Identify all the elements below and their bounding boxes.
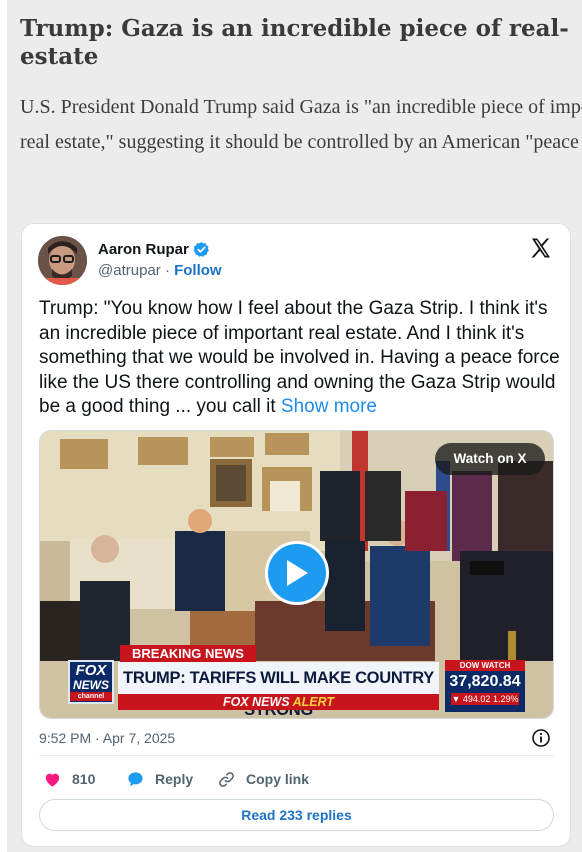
reply-label: Reply [155,771,194,787]
chyron-headline: TRUMP: TARIFFS WILL MAKE COUNTRY STRONG [118,662,439,718]
x-logo-icon[interactable] [529,236,553,260]
show-more-link[interactable]: Show more [281,396,377,417]
dow-change-points: ▼ 494.02 [451,694,491,704]
dow-watch-box: DOW WATCH 37,820.84 ▼ 494.02 1.29% [445,660,525,712]
fox-logo-line1: FOX [75,662,107,679]
copy-link-button[interactable]: Copy link [217,768,309,790]
article-summary: U.S. President Donald Trump said Gaza is… [20,96,582,153]
article-headline: Trump: Gaza is an incredible piece of re… [20,15,569,70]
watch-on-x-button[interactable]: Watch on X [435,443,545,475]
fox-logo-line2: NEWS [73,678,109,692]
heart-icon [45,773,60,787]
embedded-tweet[interactable]: Aaron Rupar @atrupar · Follow Trump: "Yo… [21,223,571,847]
read-replies-button[interactable]: Read 233 replies [39,799,554,831]
dow-change: ▼ 494.02 1.29% [451,693,519,705]
like-button[interactable]: 810 [43,768,95,790]
speech-bubble-icon [128,771,143,786]
dow-value: 37,820.84 [449,673,521,690]
info-icon[interactable] [531,728,551,748]
avatar[interactable] [38,236,87,285]
dow-label: DOW WATCH [445,660,525,671]
fox-logo-line3: channel [70,692,112,701]
follow-button[interactable]: Follow [174,262,222,279]
play-button[interactable] [265,541,329,605]
video-player[interactable]: Watch on X BREAKING NEWS FOX NEWS channe… [39,430,554,719]
tweet-actions: 810 Reply Copy link [39,768,554,790]
article-panel: Trump: Gaza is an incredible piece of re… [7,0,582,852]
link-icon [219,771,234,787]
verified-badge-icon [193,241,210,258]
reply-button[interactable]: Reply [126,768,193,790]
author-name-row[interactable]: Aaron Rupar [98,241,210,258]
alert-word: ALERT [292,695,335,709]
alert-brand: FOX NEWS [222,695,290,709]
copy-link-label: Copy link [246,771,310,787]
fox-news-logo: FOX NEWS channel [68,660,114,704]
news-chyron: BREAKING NEWS FOX NEWS channel TRUMP: TA… [40,643,553,718]
divider [39,755,554,756]
handle-row: @atrupar · Follow [98,262,222,279]
play-icon [287,560,308,586]
breaking-news-label: BREAKING NEWS [120,645,256,662]
handle-separator: · [164,262,170,279]
author-handle[interactable]: @atrupar [98,262,161,279]
fox-news-alert-bar: FOX NEWS ALERT [118,694,439,710]
tweet-timestamp[interactable]: 9:52 PM · Apr 7, 2025 [39,730,175,746]
author-name[interactable]: Aaron Rupar [98,241,189,258]
like-count: 810 [72,771,96,787]
dow-change-percent: 1.29% [492,694,519,704]
tweet-text: Trump: "You know how I feel about the Ga… [39,297,564,420]
